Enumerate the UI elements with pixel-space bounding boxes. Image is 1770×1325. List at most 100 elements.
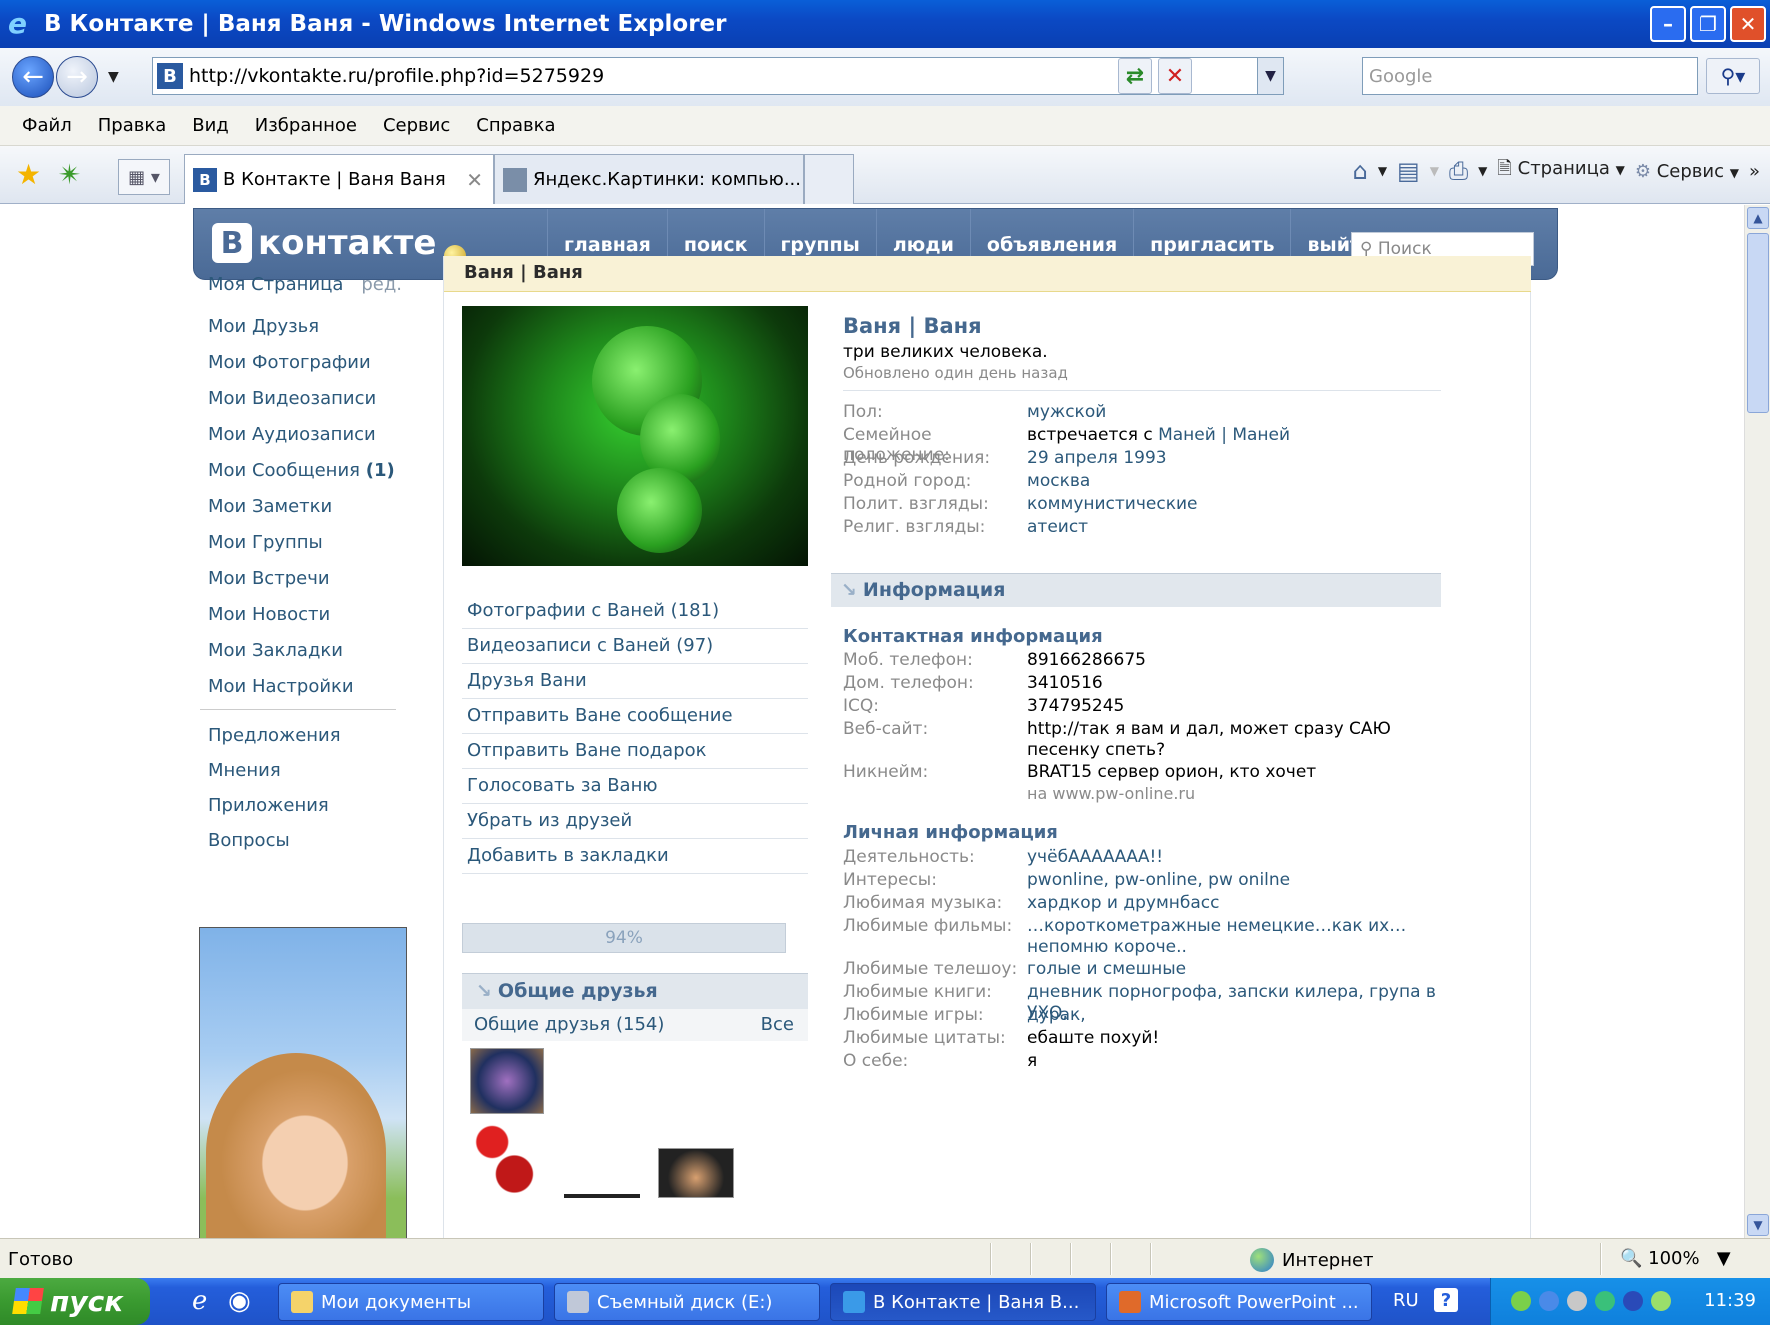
restore-button[interactable]: ❐ — [1690, 6, 1726, 42]
web-search-input[interactable]: Google — [1362, 57, 1698, 95]
favorites-star-icon[interactable]: ★ — [16, 158, 41, 191]
scroll-thumb[interactable] — [1747, 233, 1769, 413]
action-send-message[interactable]: Отправить Ване сообщение — [462, 699, 808, 734]
left-menu-questions[interactable]: Вопросы — [208, 823, 408, 858]
left-menu-notes[interactable]: Мои Заметки — [208, 489, 408, 525]
menu-view[interactable]: Вид — [192, 115, 229, 136]
print-icon[interactable]: ⎙ — [1449, 157, 1468, 185]
taskbar-removable-disk[interactable]: Съемный диск (E:) — [554, 1283, 820, 1321]
left-menu-bookmarks[interactable]: Мои Закладки — [208, 633, 408, 669]
left-menu-audio[interactable]: Мои Аудиозаписи — [208, 417, 408, 453]
tools-menu[interactable]: ⚙ Сервис ▼ — [1635, 161, 1739, 182]
tab-vkontakte[interactable]: B В Контакте | Ваня Ваня ✕ — [184, 154, 494, 204]
back-button[interactable]: ← — [12, 56, 54, 98]
info-value[interactable]: атеист — [1027, 517, 1437, 538]
action-vote[interactable]: Голосовать за Ваню — [462, 769, 808, 804]
common-friends-all-link[interactable]: Все — [761, 1014, 794, 1035]
address-dropdown-icon[interactable]: ▼ — [1257, 58, 1283, 94]
left-menu-friends[interactable]: Мои Друзья — [208, 309, 408, 345]
tray-app-icon[interactable] — [1651, 1291, 1671, 1311]
ad-banner[interactable] — [199, 927, 407, 1238]
vk-logo[interactable]: B контакте — [212, 219, 467, 267]
help-icon[interactable]: ? — [1434, 1288, 1458, 1312]
address-field[interactable]: B http://vkontakte.ru/profile.php?id=527… — [152, 57, 1284, 95]
action-send-gift[interactable]: Отправить Ване подарок — [462, 734, 808, 769]
profile-photo[interactable] — [462, 306, 808, 566]
common-friends-header[interactable]: ↘ Общие друзья — [462, 973, 808, 1009]
tab-yandex[interactable]: Яндекс.Картинки: компью... — [494, 154, 804, 204]
info-value[interactable]: …короткометражные немецкие…как их… непом… — [1027, 916, 1437, 958]
left-menu-videos[interactable]: Мои Видеозаписи — [208, 381, 408, 417]
info-section-header[interactable]: ↘ Информация — [831, 573, 1441, 607]
refresh-button[interactable]: ⇄ — [1118, 58, 1152, 94]
history-dropdown-icon[interactable]: ▼ — [108, 69, 119, 85]
forward-button[interactable]: → — [56, 56, 98, 98]
chevron-right-icon[interactable]: » — [1749, 161, 1760, 182]
info-value[interactable]: мужской — [1027, 402, 1437, 423]
info-value[interactable]: pwonline, pw-online, pw onilne — [1027, 870, 1437, 891]
left-menu-news[interactable]: Мои Новости — [208, 597, 408, 633]
menu-tools[interactable]: Сервис — [383, 115, 450, 136]
left-menu-settings[interactable]: Мои Настройки — [208, 669, 408, 705]
friend-avatar[interactable] — [658, 1148, 734, 1198]
taskbar-ie-window[interactable]: В Контакте | Ваня В... — [830, 1283, 1096, 1321]
scroll-down-icon[interactable]: ▼ — [1747, 1214, 1769, 1236]
quicklaunch-ie-icon[interactable]: ℯ — [192, 1286, 207, 1316]
info-value[interactable]: москва — [1027, 471, 1437, 492]
info-value[interactable]: дурак, — [1027, 1005, 1437, 1026]
menu-favorites[interactable]: Избранное — [255, 115, 357, 136]
friend-avatar[interactable] — [564, 1194, 640, 1198]
stop-button[interactable]: ✕ — [1158, 58, 1192, 94]
quick-tabs-button[interactable]: ▦ ▾ — [118, 159, 170, 195]
action-add-bookmark[interactable]: Добавить в закладки — [462, 839, 808, 874]
tray-app-icon[interactable] — [1595, 1291, 1615, 1311]
home-icon[interactable]: ⌂ — [1353, 157, 1368, 185]
info-value[interactable]: учёбААААААА!! — [1027, 847, 1437, 868]
friend-avatar[interactable] — [470, 1118, 544, 1198]
common-friends-count[interactable]: Общие друзья (154) — [474, 1014, 664, 1035]
edit-link[interactable]: ред. — [361, 274, 402, 295]
start-button[interactable]: пуск — [0, 1278, 150, 1325]
tray-app-icon[interactable] — [1539, 1291, 1559, 1311]
zoom-control[interactable]: 🔍 100% ▼ — [1620, 1248, 1731, 1269]
tab-close-icon[interactable]: ✕ — [466, 168, 483, 192]
taskbar-my-documents[interactable]: Мои документы — [278, 1283, 544, 1321]
minimize-button[interactable]: – — [1650, 6, 1686, 42]
close-button[interactable]: ✕ — [1730, 6, 1766, 42]
page-menu[interactable]: 🗎 Страница ▼ — [1497, 156, 1624, 186]
action-friends[interactable]: Друзья Вани — [462, 664, 808, 699]
security-zone[interactable]: Интернет — [1250, 1248, 1374, 1272]
info-value[interactable]: хардкор и друмнбасс — [1027, 893, 1437, 914]
action-remove-friend[interactable]: Убрать из друзей — [462, 804, 808, 839]
left-menu-offers[interactable]: Предложения — [208, 718, 408, 753]
info-value[interactable]: голые и смешные — [1027, 959, 1437, 980]
left-menu-photos[interactable]: Мои Фотографии — [208, 345, 408, 381]
clock[interactable]: 11:39 — [1704, 1290, 1756, 1311]
left-menu-opinions[interactable]: Мнения — [208, 753, 408, 788]
left-menu-messages[interactable]: Мои Сообщения (1) — [208, 453, 408, 489]
menu-file[interactable]: Файл — [22, 115, 72, 136]
search-button[interactable]: ⚲▾ — [1706, 58, 1760, 94]
menu-edit[interactable]: Правка — [98, 115, 167, 136]
left-menu-events[interactable]: Мои Встречи — [208, 561, 408, 597]
left-menu-groups[interactable]: Мои Группы — [208, 525, 408, 561]
quicklaunch-browser-icon[interactable]: ◉ — [228, 1286, 251, 1316]
action-photos-with[interactable]: Фотографии с Ваней (181) — [462, 594, 808, 629]
add-favorites-icon[interactable]: ✴ — [58, 158, 81, 191]
tray-app-icon[interactable] — [1623, 1291, 1643, 1311]
tray-network-icon[interactable] — [1511, 1291, 1531, 1311]
taskbar-powerpoint[interactable]: Microsoft PowerPoint ... — [1106, 1283, 1372, 1321]
info-value[interactable]: 29 апреля 1993 — [1027, 448, 1437, 469]
info-value[interactable]: коммунистические — [1027, 494, 1437, 515]
my-page-link[interactable]: Моя Страница — [208, 274, 343, 295]
scroll-up-icon[interactable]: ▲ — [1747, 207, 1769, 229]
vertical-scrollbar[interactable]: ▲ ▼ — [1744, 205, 1770, 1238]
friend-avatar[interactable] — [470, 1048, 544, 1114]
new-tab-button[interactable] — [804, 154, 854, 204]
tray-volume-icon[interactable] — [1567, 1291, 1587, 1311]
language-indicator[interactable]: RU — [1393, 1290, 1419, 1311]
menu-help[interactable]: Справка — [476, 115, 555, 136]
action-videos-with[interactable]: Видеозаписи с Ваней (97) — [462, 629, 808, 664]
feeds-icon[interactable]: ▤ — [1397, 157, 1420, 185]
left-menu-apps[interactable]: Приложения — [208, 788, 408, 823]
